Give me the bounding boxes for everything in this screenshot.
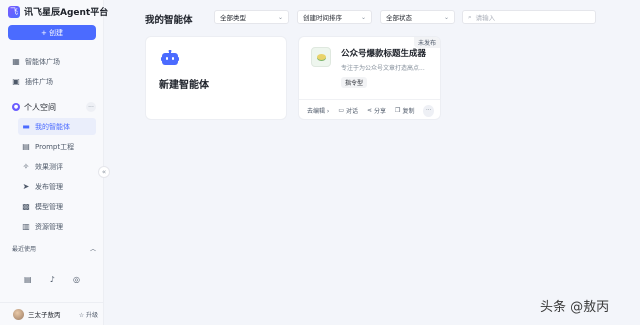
sidebar-item-my-agents[interactable]: ▬ 我的智能体 [18,118,96,135]
prompt-icon: ▤ [22,142,30,151]
brand-name: 讯飞星辰Agent平台 [24,8,109,18]
sort-value: 创建时间排序 [303,14,342,22]
sidebar-item-label: 智能体广场 [25,57,60,66]
chevron-down-icon: ⌄ [360,13,366,21]
send-icon: ➤ [22,182,30,191]
brand-logo: 飞 [8,5,20,18]
edit-link[interactable]: 去编辑 › [307,106,329,115]
resource-icon: ▥ [22,222,30,231]
sort-select[interactable]: 创建时间排序 ⌄ [297,10,372,24]
agent-avatar-icon [311,47,331,67]
search-icon: ⌕ [468,12,472,21]
sidebar-item-label: 资源管理 [35,222,63,231]
type-filter-value: 全部类型 [220,14,246,22]
plugin-icon: ▣ [12,77,20,86]
sidebar-item-evaluate[interactable]: ✧ 效果测评 [18,158,96,175]
model-icon: ▩ [22,202,30,211]
watermark: 头条 @敖丙 [540,300,610,315]
copy-button[interactable]: ❐ 复制 [395,106,414,115]
sidebar-item-label: 插件广场 [25,77,53,86]
chat-icon: ▭ [338,107,344,114]
bottom-icons: ▤ ♪ ◎ [24,275,80,284]
search-input[interactable]: ⌕ 请输入 [462,10,596,24]
agent-card[interactable]: 未发布 公众号爆款标题生成器 专注于为公众号文章打造高点... 指令型 去编辑 … [298,36,441,120]
status-filter-value: 全部状态 [386,14,412,22]
agent-type-tag: 指令型 [341,77,368,88]
share-button[interactable]: ⋖ 分享 [367,106,386,115]
user-bar[interactable]: 三太子敖丙 ☆ 升级 [0,302,104,325]
sidebar-item-resources[interactable]: ▥ 资源管理 [18,218,96,235]
sidebar-item-models[interactable]: ▩ 模型管理 [18,198,96,215]
doc-icon[interactable]: ▤ [24,275,32,284]
copy-icon: ❐ [395,107,401,114]
person-icon: ● [12,103,20,111]
sidebar-item-label: Prompt工程 [35,142,75,151]
sidebar-item-publish[interactable]: ➤ 发布管理 [18,178,96,195]
sidebar-item-agent-square[interactable]: ▦ 智能体广场 [8,53,96,70]
new-agent-card[interactable]: 新建智能体 [145,36,287,120]
recent-section[interactable]: 最近使用 ︿ [12,244,96,253]
status-filter-select[interactable]: 全部状态 ⌄ [380,10,455,24]
agent-description: 专注于为公众号文章打造高点... [341,65,425,72]
type-filter-select[interactable]: 全部类型 ⌄ [214,10,289,24]
personal-space-header[interactable]: ● 个人空间 ··· [8,100,96,114]
brand[interactable]: 飞 讯飞星辰Agent平台 [8,5,108,18]
sidebar-item-plugin-square[interactable]: ▣ 插件广场 [8,73,96,90]
recent-label: 最近使用 [12,246,37,253]
chevron-down-icon: ⌄ [277,13,283,21]
create-button[interactable]: + 创建 [8,25,96,40]
collapse-sidebar-button[interactable]: « [98,166,110,178]
evaluate-icon: ✧ [22,162,30,171]
grid-icon: ▦ [12,57,20,66]
chevron-down-icon: ⌄ [443,13,449,21]
upgrade-button[interactable]: ☆ 升级 [79,310,98,319]
sidebar-item-label: 效果测评 [35,162,63,171]
bell-icon[interactable]: ♪ [50,275,55,284]
search-placeholder: 请输入 [475,14,496,22]
chat-button[interactable]: ▭ 对话 [338,106,358,115]
page-title: 我的智能体 [145,15,193,26]
chevron-left-icon: « [101,168,107,176]
share-icon: ⋖ [367,107,373,114]
wechat-icon[interactable]: ◎ [73,275,80,284]
sidebar-item-prompt[interactable]: ▤ Prompt工程 [18,138,96,155]
sidebar-item-label: 发布管理 [35,182,63,191]
more-icon[interactable]: ··· [86,102,96,112]
more-icon[interactable]: ··· [423,104,434,117]
robot-icon [161,50,179,65]
sidebar: 飞 讯飞星辰Agent平台 + 创建 ▦ 智能体广场 ▣ 插件广场 ● 个人空间… [0,0,108,325]
sidebar-item-label: 模型管理 [35,202,63,211]
chevron-up-icon[interactable]: ︿ [90,244,96,253]
new-agent-label: 新建智能体 [159,80,209,91]
agent-card-actions: 去编辑 › ▭ 对话 ⋖ 分享 ❐ 复制 ··· [299,99,440,119]
agent-title: 公众号爆款标题生成器 [341,49,427,59]
folder-icon: ▬ [22,122,30,131]
personal-space-label: 个人空间 [24,102,56,112]
avatar[interactable] [13,308,24,320]
user-name: 三太子敖丙 [28,311,61,319]
sidebar-item-label: 我的智能体 [35,122,70,131]
